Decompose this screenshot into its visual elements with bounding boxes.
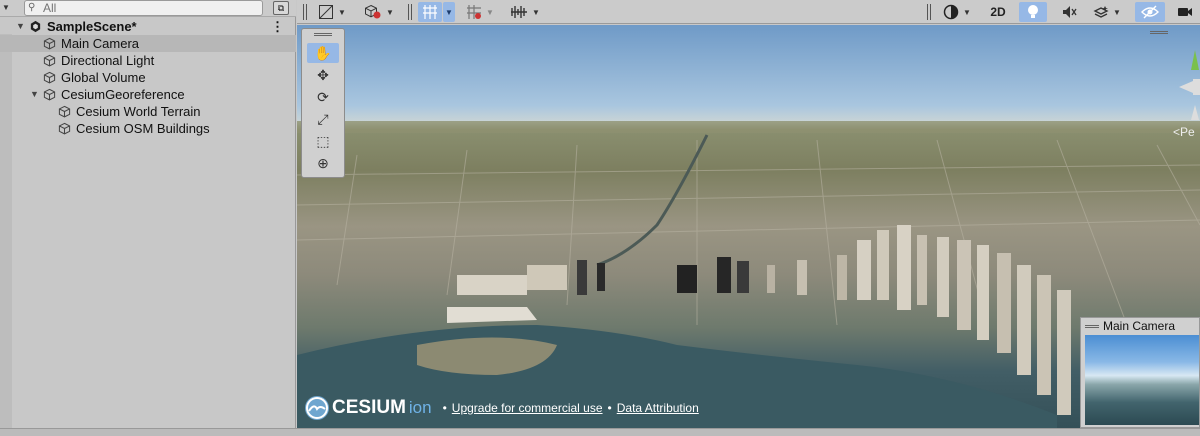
hierarchy-item-label: Cesium OSM Buildings	[76, 121, 210, 136]
hierarchy-panel: ▼ ⚲ ⧉ ▼ SampleScene* ⋮ Main Camera	[0, 0, 296, 428]
credit-separator: •	[607, 401, 612, 415]
shaded-mode-icon	[319, 5, 334, 19]
cesium-brand-text: CESIUM	[332, 397, 406, 418]
scene-viewport[interactable]: ✋ ✥ ⟳ ⤢ ⬚ ⊕ <Pe CESIUM ion • Upgrade for…	[297, 25, 1200, 428]
hierarchy-lock-button[interactable]: ⧉	[273, 1, 289, 15]
toggle-2d-button[interactable]: 2D	[985, 2, 1011, 22]
hierarchy-item-directional-light[interactable]: Directional Light	[0, 52, 296, 69]
cesium-logo-icon	[305, 396, 329, 420]
hierarchy-item-cesium-world-terrain[interactable]: Cesium World Terrain	[0, 103, 296, 120]
perspective-label[interactable]: <Pe	[1173, 125, 1195, 139]
rect-tool-icon[interactable]: ⬚	[307, 131, 339, 151]
cesium-credits: CESIUM ion • Upgrade for commercial use …	[305, 395, 699, 421]
hierarchy-item-label: CesiumGeoreference	[61, 87, 185, 102]
camera-preview-header[interactable]: Main Camera	[1085, 319, 1175, 333]
overlay-grip-icon[interactable]	[1085, 325, 1099, 329]
scene-row[interactable]: ▼ SampleScene* ⋮	[0, 18, 296, 35]
toolbar-grip-icon[interactable]	[927, 4, 931, 20]
light-bulb-icon	[1028, 5, 1038, 18]
hierarchy-item-global-volume[interactable]: Global Volume	[0, 69, 296, 86]
chevron-down-icon: ▼	[1113, 7, 1121, 17]
search-icon: ⚲	[28, 2, 36, 13]
hierarchy-toolbar: ▼ ⚲ ⧉	[0, 0, 296, 17]
hierarchy-item-label: Directional Light	[61, 53, 155, 68]
toolbar-grip-icon[interactable]	[408, 4, 412, 20]
hidden-objects-toggle[interactable]	[1135, 2, 1165, 22]
hierarchy-item-cesium-georeference[interactable]: ▼ CesiumGeoreference	[0, 86, 296, 103]
sphere-shading-icon	[943, 4, 959, 20]
gameobject-cube-icon	[43, 54, 56, 67]
move-tool-icon[interactable]: ✥	[307, 65, 339, 85]
camera-preview-image	[1085, 335, 1199, 425]
unity-scene-icon	[30, 20, 41, 33]
scale-tool-icon[interactable]: ⤢	[307, 109, 339, 129]
increment-snap-dropdown[interactable]: ▼	[461, 2, 499, 22]
scene-toolbar: ▼ ▼ ▼ ▼ ▼ ▼ 2D ▼	[297, 0, 1200, 24]
credit-separator: •	[442, 401, 447, 415]
eye-hidden-icon	[1141, 5, 1159, 19]
camera-settings-button[interactable]	[1173, 2, 1197, 22]
hierarchy-search-box[interactable]: ⚲	[24, 0, 263, 16]
chevron-down-icon: ▼	[445, 7, 453, 17]
chevron-down-icon: ▼	[963, 7, 971, 17]
gameobject-cube-icon	[43, 88, 56, 101]
transform-tool-icon[interactable]: ⊕	[307, 153, 339, 173]
foldout-expanded-icon[interactable]: ▼	[16, 18, 25, 35]
lighting-toggle[interactable]	[1019, 2, 1047, 22]
chevron-down-icon: ▼	[486, 7, 494, 17]
gameobject-cube-icon	[58, 122, 71, 135]
hand-tool-icon[interactable]: ✋	[307, 43, 339, 63]
tools-palette: ✋ ✥ ⟳ ⤢ ⬚ ⊕	[301, 28, 345, 178]
ion-brand-text: ion	[408, 398, 432, 417]
grid-snap-dropdown[interactable]: ▼	[443, 2, 455, 22]
hierarchy-item-label: Global Volume	[61, 70, 146, 85]
palette-grip-icon[interactable]	[314, 33, 332, 36]
toolbar-grip-icon[interactable]	[303, 4, 307, 20]
chevron-down-icon: ▼	[532, 7, 540, 17]
gameobject-cube-icon	[43, 71, 56, 84]
scene-menu-icon[interactable]: ⋮	[271, 18, 284, 35]
grid-snap-icon	[423, 5, 437, 19]
upgrade-link[interactable]: Upgrade for commercial use	[452, 401, 603, 415]
cesium-3d-tiles-render	[297, 121, 1200, 428]
audio-toggle[interactable]	[1057, 2, 1081, 22]
waveform-icon	[511, 6, 528, 18]
chevron-down-icon: ▼	[386, 7, 394, 17]
audio-visualization-dropdown[interactable]: ▼	[505, 2, 545, 22]
gameobject-cube-icon	[58, 105, 71, 118]
camera-preview-title: Main Camera	[1103, 319, 1176, 333]
gameobject-cube-icon	[43, 37, 56, 50]
scene-view: ▼ ▼ ▼ ▼ ▼ ▼ 2D ▼ ✋ ✥ ⟳ ⤢ ⬚ ⊕ <Pe CESIUM …	[297, 0, 1200, 428]
bottom-panel-strip	[0, 428, 1200, 436]
hierarchy-search-input[interactable]	[43, 1, 253, 15]
scene-name: SampleScene*	[47, 19, 137, 34]
hierarchy-tree: ▼ SampleScene* ⋮ Main Camera Directional…	[0, 18, 296, 137]
effects-layers-icon	[1093, 6, 1109, 18]
add-dropdown-icon[interactable]: ▼	[2, 2, 16, 14]
render-mode-dropdown[interactable]: ▼	[359, 2, 399, 22]
hierarchy-item-main-camera[interactable]: Main Camera	[0, 35, 296, 52]
chevron-down-icon: ▼	[338, 7, 346, 17]
grid-snap-toggle[interactable]	[418, 2, 442, 22]
overlay-menu-icon[interactable]	[1150, 31, 1168, 34]
effects-dropdown[interactable]: ▼	[1089, 2, 1125, 22]
shading-dropdown[interactable]: ▼	[937, 2, 977, 22]
render-pipeline-icon	[365, 4, 381, 19]
hierarchy-item-label: Main Camera	[61, 36, 140, 51]
foldout-expanded-icon[interactable]: ▼	[30, 86, 39, 103]
rotate-tool-icon[interactable]: ⟳	[307, 87, 339, 107]
increment-snap-icon	[467, 5, 482, 19]
camera-preview-overlay: Main Camera	[1080, 317, 1200, 428]
camera-icon	[1178, 8, 1192, 16]
hierarchy-item-cesium-osm-buildings[interactable]: Cesium OSM Buildings	[0, 120, 296, 137]
data-attribution-link[interactable]: Data Attribution	[617, 401, 699, 415]
draw-mode-dropdown[interactable]: ▼	[313, 2, 351, 22]
hierarchy-item-label: Cesium World Terrain	[76, 104, 201, 119]
speaker-muted-icon	[1063, 6, 1077, 18]
